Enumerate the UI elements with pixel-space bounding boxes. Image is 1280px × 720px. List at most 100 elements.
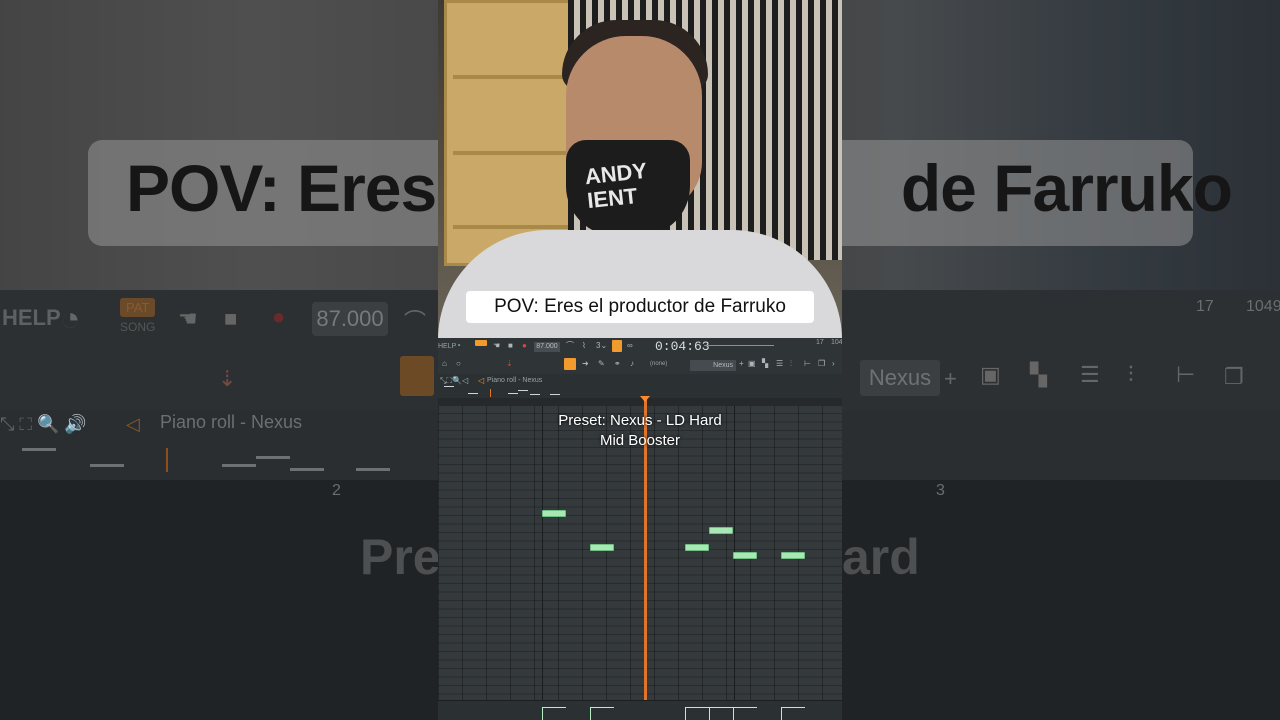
channel-selector[interactable]: Nexus bbox=[690, 360, 736, 371]
loop-record-icon[interactable]: ∞ bbox=[627, 341, 633, 351]
velocity-stem[interactable] bbox=[542, 708, 543, 720]
mini-note bbox=[550, 394, 560, 395]
note[interactable] bbox=[542, 510, 566, 517]
copy-icon[interactable]: ❐ bbox=[818, 359, 825, 369]
pencil-icon[interactable]: ✎ bbox=[598, 359, 605, 369]
velocity-bar bbox=[733, 707, 757, 708]
velocity-stem[interactable] bbox=[709, 708, 710, 720]
cpu-icon: ◔ bbox=[456, 341, 461, 350]
preset-caption: Preset: Nexus - LD Hard Mid Booster bbox=[438, 411, 842, 451]
knob-icon[interactable]: ○ bbox=[456, 359, 461, 369]
velocity-stem[interactable] bbox=[590, 708, 591, 720]
background-dash bbox=[222, 464, 256, 467]
pointer-icon[interactable]: ☚ bbox=[493, 341, 500, 351]
background-dash bbox=[356, 468, 390, 471]
background-cursor-icon: ⇣ bbox=[218, 366, 237, 391]
background-record-icon: ● bbox=[272, 304, 286, 329]
background-orange-button bbox=[400, 356, 434, 396]
playhead-marker[interactable] bbox=[640, 396, 650, 402]
note[interactable] bbox=[709, 527, 733, 534]
background-toolbar-icons: ⤡ ⛶ 🔍 🔊 bbox=[0, 414, 87, 434]
piano-roll-speaker-icon: ◁ bbox=[478, 376, 485, 385]
menu-help[interactable]: HELP bbox=[438, 343, 456, 350]
plus-icon[interactable]: + bbox=[739, 359, 744, 369]
stamp-icon[interactable]: ▣ bbox=[748, 359, 756, 369]
video-frame: ANDY IENT POV: Eres el productor de Farr… bbox=[438, 0, 842, 720]
velocity-bar bbox=[590, 707, 614, 708]
background-help: HELP bbox=[2, 305, 61, 330]
time-slider[interactable] bbox=[704, 345, 774, 346]
blend-notes-button[interactable] bbox=[612, 340, 622, 352]
record-icon[interactable]: ● bbox=[522, 341, 527, 351]
shelf-row bbox=[453, 151, 571, 155]
pattern-selector[interactable]: (none) bbox=[650, 361, 667, 367]
background-mixer-icon: ⫶ bbox=[1128, 362, 1134, 387]
tempo-display[interactable]: 87.000 bbox=[534, 342, 560, 352]
background-song: SONG bbox=[120, 320, 156, 334]
link-icon[interactable]: ⚭ bbox=[614, 359, 621, 369]
background-pointer-icon: ☚ bbox=[178, 306, 198, 331]
background-bar-3: 3 bbox=[936, 482, 945, 499]
preset-line-1: Preset: Nexus - LD Hard bbox=[558, 412, 722, 429]
mixer-icon[interactable]: ⫶ bbox=[790, 359, 792, 369]
background-num-17: 17 bbox=[1196, 298, 1214, 315]
mask-text: ANDY IENT bbox=[583, 157, 649, 214]
background-cpu-icon: ◔ bbox=[60, 300, 81, 338]
background-playhead bbox=[166, 448, 168, 472]
velocity-bar bbox=[685, 707, 709, 708]
note[interactable] bbox=[781, 552, 805, 559]
more-icon[interactable]: › bbox=[832, 359, 835, 369]
background-title-right: de Farruko bbox=[900, 151, 1233, 225]
speaker-icon[interactable]: ♪ bbox=[630, 359, 634, 369]
mini-note bbox=[518, 390, 528, 391]
metronome-icon[interactable]: ⌒ bbox=[566, 341, 574, 351]
figure-icon: ⌂ bbox=[442, 359, 447, 368]
stop-icon[interactable]: ■ bbox=[508, 341, 513, 351]
background-preset-right: ard bbox=[842, 529, 920, 585]
room-scene: ANDY IENT bbox=[438, 0, 842, 340]
mini-note bbox=[508, 393, 518, 394]
background-nexus: Nexus bbox=[860, 360, 940, 396]
num-17: 17 bbox=[816, 339, 824, 346]
background-stop-icon: ■ bbox=[224, 306, 238, 331]
mini-note bbox=[468, 393, 478, 394]
background-bar-2: 2 bbox=[332, 482, 341, 499]
background-num-1049: 1049 bbox=[1246, 298, 1280, 315]
mini-note bbox=[444, 386, 454, 387]
background-tree-icon: ⊢ bbox=[1176, 362, 1196, 387]
arrow-icon[interactable]: ➜ bbox=[582, 359, 589, 369]
background-dash bbox=[290, 468, 324, 471]
note[interactable] bbox=[590, 544, 614, 551]
note[interactable] bbox=[685, 544, 709, 551]
bookshelf bbox=[444, 0, 574, 266]
note[interactable] bbox=[733, 552, 757, 559]
tree-icon[interactable]: ⊢ bbox=[804, 359, 811, 369]
piano-roll-tools-icons[interactable]: ⤡⛶🔍◁ bbox=[440, 376, 468, 386]
pat-song-toggle[interactable] bbox=[475, 340, 487, 346]
stairs-icon[interactable]: ▚ bbox=[762, 359, 768, 369]
background-stamp-icon: ▣ bbox=[980, 362, 1001, 387]
velocity-bar bbox=[781, 707, 805, 708]
background-copy-icon: ❐ bbox=[1224, 364, 1244, 389]
velocity-bar bbox=[709, 707, 733, 708]
list-icon[interactable]: ☰ bbox=[776, 359, 783, 369]
background-dash bbox=[90, 464, 124, 467]
background-speaker-icon: ◁ bbox=[126, 414, 140, 434]
background-piano-roll-label: Piano roll - Nexus bbox=[160, 412, 303, 432]
mini-note bbox=[530, 394, 540, 395]
num-1049: 1049 bbox=[831, 339, 842, 346]
shirt bbox=[438, 230, 842, 340]
background-dash bbox=[256, 456, 290, 459]
background-tempo: 87.000 bbox=[312, 302, 388, 336]
velocity-stem[interactable] bbox=[685, 708, 686, 720]
background-list-icon: ☰ bbox=[1080, 362, 1100, 387]
countdown-icon[interactable]: 3⌄ bbox=[596, 341, 607, 351]
velocity-stem[interactable] bbox=[781, 708, 782, 720]
background-dash bbox=[22, 448, 56, 451]
velocity-stem[interactable] bbox=[733, 708, 734, 720]
shelf-row bbox=[453, 75, 571, 79]
background-title-left: POV: Eres bbox=[126, 151, 437, 225]
caption: POV: Eres el productor de Farruko bbox=[466, 291, 814, 323]
piano-roll-button[interactable] bbox=[564, 358, 576, 370]
wait-icon[interactable]: ⌇ bbox=[582, 341, 586, 351]
